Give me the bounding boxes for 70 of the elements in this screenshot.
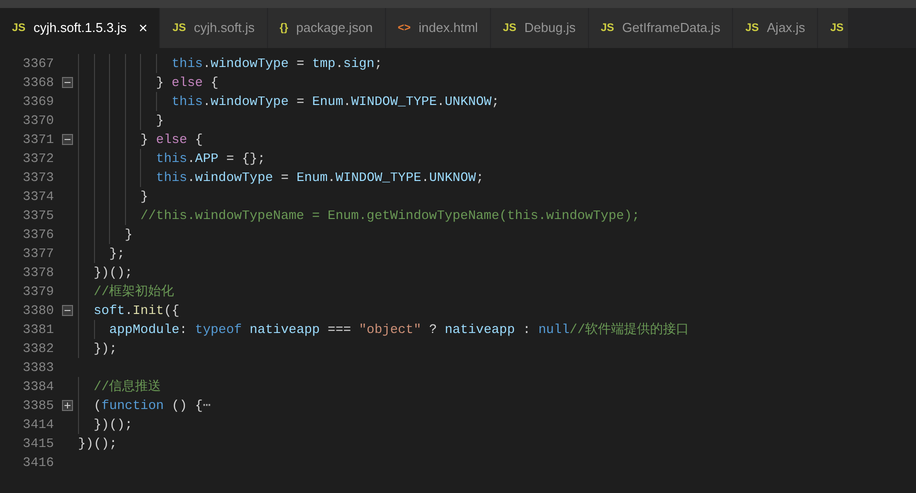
code-line: //this.windowTypeName = Enum.getWindowTypeName(this.windowType);: [139, 208, 640, 223]
line-number: 3378: [22, 264, 54, 282]
code-line: }: [155, 113, 164, 128]
code-line: };: [108, 246, 125, 261]
code-line: this.windowType = Enum.WINDOW_TYPE.UNKNOW;: [170, 94, 500, 109]
code-line: (function () {⋯: [92, 398, 211, 413]
editor-tab[interactable]: JS: [818, 8, 849, 48]
line-number: 3384: [22, 378, 54, 396]
line-number: 3415: [22, 435, 54, 453]
collapse-icon[interactable]: [62, 77, 73, 88]
tab-label: cyjh.soft.1.5.3.js: [33, 19, 127, 38]
line-number: 3368: [22, 74, 54, 92]
editor-tab[interactable]: JS cyjh.soft.1.5.3.js ×: [0, 8, 160, 48]
line-number: 3370: [22, 112, 54, 130]
file-type-icon: <>: [398, 20, 411, 36]
line-number: 3385: [22, 397, 54, 415]
line-number: 3376: [22, 226, 54, 244]
line-number: 3414: [22, 416, 54, 434]
code-line: })();: [92, 265, 133, 280]
file-type-icon: {}: [280, 20, 288, 36]
file-type-icon: JS: [172, 20, 186, 36]
code-line: } else {: [139, 132, 203, 147]
tab-label: cyjh.soft.js: [194, 19, 255, 38]
file-type-icon: JS: [502, 20, 516, 36]
line-number: 3380: [22, 302, 54, 320]
line-number: 3373: [22, 169, 54, 187]
code-line: //信息推送: [92, 379, 162, 394]
collapse-icon[interactable]: [62, 305, 73, 316]
code-line: this.windowType = tmp.sign;: [170, 56, 382, 71]
close-button[interactable]: ×: [138, 20, 148, 36]
line-number: 3375: [22, 207, 54, 225]
line-number: 3367: [22, 55, 54, 73]
line-number: 3374: [22, 188, 54, 206]
tab-label: index.html: [418, 19, 478, 38]
code-line: appModule: typeof nativeapp === "object" ? nativeapp : null//软件端提供的接口: [108, 322, 690, 337]
code-line: }: [124, 227, 133, 242]
file-type-icon: JS: [600, 20, 614, 36]
code-line: this.APP = {};: [155, 151, 266, 166]
editor-tab[interactable]: JS Ajax.js: [733, 8, 818, 48]
line-number: 3379: [22, 283, 54, 301]
editor-tab[interactable]: JS cyjh.soft.js: [160, 8, 268, 48]
editor-tab[interactable]: JS Debug.js: [490, 8, 589, 48]
line-number: 3416: [22, 454, 54, 472]
collapse-icon[interactable]: [62, 134, 73, 145]
code-line: })();: [92, 417, 133, 432]
code-line: this.windowType = Enum.WINDOW_TYPE.UNKNOW;: [155, 170, 484, 185]
line-number: 3369: [22, 93, 54, 111]
line-number: 3383: [22, 359, 54, 377]
line-number: 3381: [22, 321, 54, 339]
file-type-icon: JS: [745, 20, 759, 36]
expand-icon[interactable]: [62, 400, 73, 411]
line-number: 3372: [22, 150, 54, 168]
code-line: });: [92, 341, 118, 356]
file-type-icon: JS: [12, 20, 26, 36]
tab-label: Debug.js: [524, 19, 576, 38]
code-line: //框架初始化: [92, 284, 174, 299]
line-number: 3377: [22, 245, 54, 263]
code-line: soft.Init({: [92, 303, 180, 318]
code-line: }: [139, 189, 148, 204]
tab-label: package.json: [296, 19, 373, 38]
editor-tab[interactable]: JS GetIframeData.js: [588, 8, 734, 48]
code-line: } else {: [155, 75, 218, 90]
editor-tab[interactable]: <> index.html: [386, 8, 491, 48]
file-type-icon: JS: [830, 20, 844, 36]
editor-tab[interactable]: {} package.json: [268, 8, 386, 48]
tab-label: GetIframeData.js: [622, 19, 720, 38]
tab-label: Ajax.js: [766, 19, 806, 38]
code-line: })();: [78, 436, 118, 451]
line-number: 3382: [22, 340, 54, 358]
line-number: 3371: [22, 131, 54, 149]
